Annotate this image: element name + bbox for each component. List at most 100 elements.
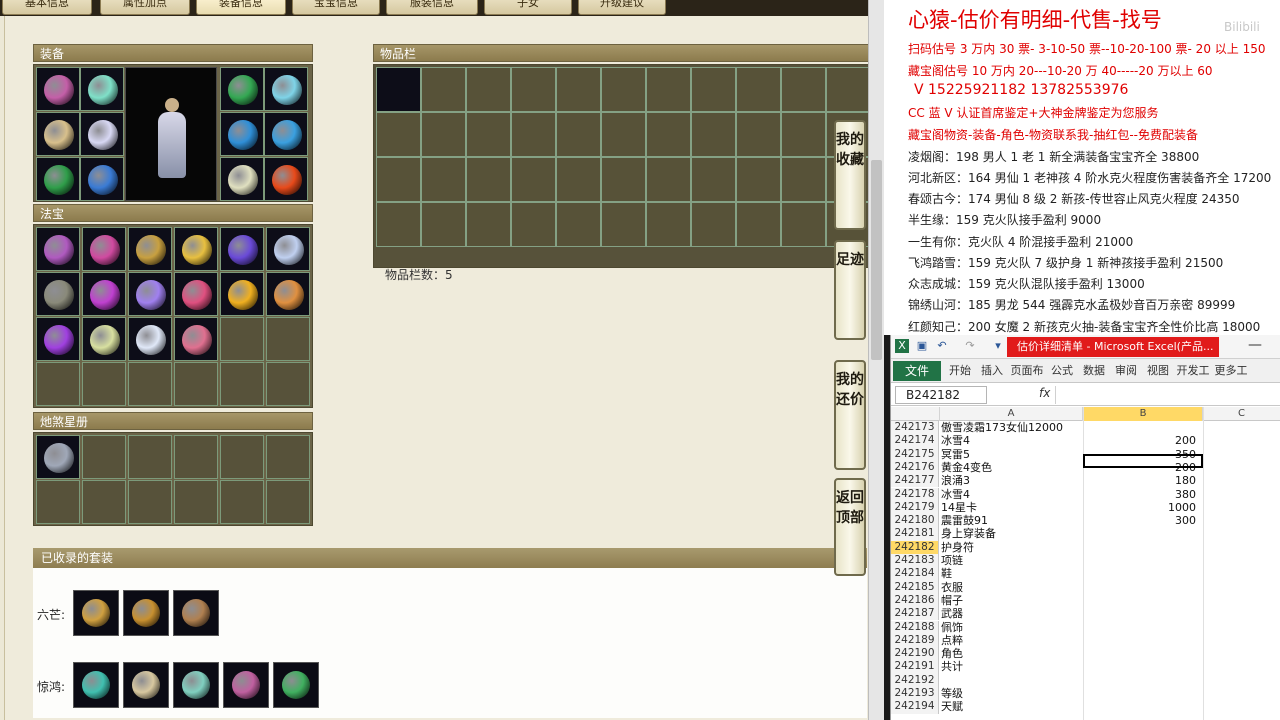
my-favorites-button[interactable]: 我的收藏 bbox=[834, 120, 866, 230]
equipment-slot[interactable] bbox=[36, 112, 80, 156]
row-number[interactable]: 242193 bbox=[891, 687, 939, 701]
fabao-slot[interactable] bbox=[128, 272, 172, 316]
column-header-a[interactable]: A bbox=[940, 407, 1083, 421]
fabao-slot[interactable] bbox=[128, 227, 172, 271]
row-number[interactable]: 242188 bbox=[891, 620, 939, 634]
suit-item[interactable] bbox=[73, 662, 119, 708]
inventory-slot[interactable] bbox=[421, 67, 466, 112]
inventory-slot[interactable] bbox=[826, 67, 868, 112]
cell-a[interactable]: 武器 bbox=[941, 607, 1083, 620]
fabao-slot[interactable] bbox=[82, 362, 126, 406]
row-number[interactable]: 242191 bbox=[891, 660, 939, 674]
page-scrollbar[interactable] bbox=[868, 0, 884, 720]
customize-toolbar-icon[interactable]: ▾ bbox=[991, 339, 1005, 353]
inventory-slot[interactable] bbox=[466, 202, 511, 247]
fabao-slot[interactable] bbox=[220, 317, 264, 361]
suit-item[interactable] bbox=[173, 662, 219, 708]
fabao-slot[interactable] bbox=[82, 317, 126, 361]
cell-a[interactable]: 14星卡 bbox=[941, 501, 1083, 514]
column-header-b[interactable]: B bbox=[1084, 407, 1203, 421]
equipment-slot[interactable] bbox=[264, 157, 308, 201]
inventory-slot[interactable] bbox=[736, 157, 781, 202]
row-number[interactable]: 242179 bbox=[891, 500, 939, 515]
inventory-slot[interactable] bbox=[646, 157, 691, 202]
equipment-slot[interactable] bbox=[220, 157, 264, 201]
ribbon-tab[interactable]: 视图 bbox=[1143, 361, 1173, 381]
tab-3[interactable]: 装备信息 bbox=[196, 0, 286, 15]
row-number[interactable]: 242192 bbox=[891, 673, 939, 687]
row-number[interactable]: 242176 bbox=[891, 460, 939, 475]
suit-item[interactable] bbox=[123, 590, 169, 636]
fabao-slot[interactable] bbox=[220, 227, 264, 271]
select-all-corner[interactable] bbox=[891, 407, 940, 421]
inventory-slot[interactable] bbox=[556, 112, 601, 157]
fabao-slot[interactable] bbox=[266, 227, 310, 271]
inventory-slot[interactable] bbox=[511, 157, 556, 202]
back-to-top-button[interactable]: 返回顶部 bbox=[834, 478, 866, 576]
row-number[interactable]: 242185 bbox=[891, 580, 939, 594]
fabao-slot[interactable] bbox=[36, 272, 80, 316]
cell-b[interactable]: 180 bbox=[1084, 474, 1202, 487]
star-book-slot[interactable] bbox=[82, 435, 126, 479]
fabao-slot[interactable] bbox=[128, 317, 172, 361]
row-number[interactable]: 242178 bbox=[891, 487, 939, 501]
inventory-slot[interactable] bbox=[421, 112, 466, 157]
ribbon-tab[interactable]: 数据 bbox=[1079, 361, 1109, 381]
inventory-slot[interactable] bbox=[376, 157, 421, 202]
star-book-slot[interactable] bbox=[174, 435, 218, 479]
inventory-slot[interactable] bbox=[781, 157, 826, 202]
row-number[interactable]: 242189 bbox=[891, 633, 939, 648]
star-book-slot[interactable] bbox=[220, 480, 264, 524]
equipment-slot[interactable] bbox=[220, 112, 264, 156]
cell-a[interactable]: 傲雪凌霜173女仙12000 bbox=[941, 421, 1083, 434]
ribbon-tab[interactable]: 开发工 bbox=[1175, 361, 1211, 381]
cell-a[interactable]: 黄金4变色 bbox=[941, 461, 1083, 474]
inventory-slot[interactable] bbox=[736, 202, 781, 247]
equipment-slot[interactable] bbox=[80, 67, 124, 111]
minimize-icon[interactable]: — bbox=[1245, 337, 1265, 355]
inventory-slot[interactable] bbox=[511, 112, 556, 157]
row-number[interactable]: 242177 bbox=[891, 474, 939, 488]
row-number[interactable]: 242187 bbox=[891, 607, 939, 621]
fx-icon[interactable]: fx bbox=[1039, 386, 1050, 400]
fabao-slot[interactable] bbox=[36, 362, 80, 406]
fabao-slot[interactable] bbox=[266, 362, 310, 406]
fabao-slot[interactable] bbox=[36, 317, 80, 361]
cell-a[interactable]: 浪涌3 bbox=[941, 474, 1083, 487]
star-book-slot[interactable] bbox=[36, 480, 80, 524]
inventory-slot[interactable] bbox=[646, 112, 691, 157]
equipment-slot[interactable] bbox=[264, 112, 308, 156]
fabao-slot[interactable] bbox=[174, 272, 218, 316]
fabao-slot[interactable] bbox=[128, 362, 172, 406]
cell-a[interactable]: 鞋 bbox=[941, 567, 1083, 580]
cell-a[interactable]: 帽子 bbox=[941, 594, 1083, 607]
star-book-slot[interactable] bbox=[36, 435, 80, 479]
row-number[interactable]: 242174 bbox=[891, 434, 939, 448]
inventory-slot[interactable] bbox=[466, 67, 511, 112]
inventory-slot[interactable] bbox=[466, 157, 511, 202]
inventory-slot[interactable] bbox=[736, 112, 781, 157]
cell-a[interactable]: 震雷鼓91 bbox=[941, 514, 1083, 527]
cell-a[interactable]: 冰雪4 bbox=[941, 488, 1083, 501]
fabao-slot[interactable] bbox=[36, 227, 80, 271]
inventory-slot[interactable] bbox=[781, 202, 826, 247]
row-number[interactable]: 242194 bbox=[891, 700, 939, 714]
inventory-slot[interactable] bbox=[511, 202, 556, 247]
fabao-slot[interactable] bbox=[174, 362, 218, 406]
inventory-slot[interactable] bbox=[646, 202, 691, 247]
ribbon-tab[interactable]: 公式 bbox=[1047, 361, 1077, 381]
equipment-slot[interactable] bbox=[264, 67, 308, 111]
fabao-slot[interactable] bbox=[82, 272, 126, 316]
save-icon[interactable]: ▣ bbox=[915, 339, 929, 353]
inventory-slot[interactable] bbox=[691, 157, 736, 202]
fabao-slot[interactable] bbox=[220, 272, 264, 316]
inventory-slot[interactable] bbox=[511, 67, 556, 112]
suit-item[interactable] bbox=[73, 590, 119, 636]
tab-2[interactable]: 属性加点 bbox=[100, 0, 190, 15]
tab-5[interactable]: 服装信息 bbox=[386, 0, 478, 15]
suit-item[interactable] bbox=[173, 590, 219, 636]
equipment-slot[interactable] bbox=[80, 112, 124, 156]
row-number[interactable]: 242184 bbox=[891, 567, 939, 581]
star-book-slot[interactable] bbox=[266, 435, 310, 479]
inventory-slot[interactable] bbox=[781, 67, 826, 112]
